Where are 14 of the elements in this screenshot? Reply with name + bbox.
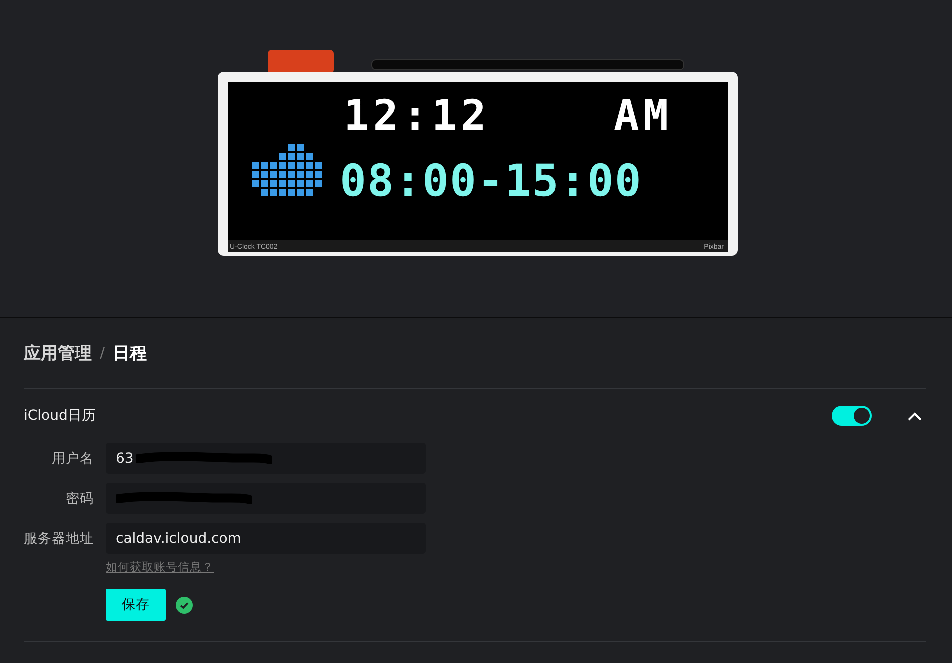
field-label: 密码 (65, 490, 94, 508)
field-label: 服务器地址 (24, 530, 94, 548)
input-field[interactable]: caldav.icloud.com (106, 523, 426, 554)
breadcrumb-separator: / (100, 344, 106, 362)
breadcrumb-item: 日程 (113, 342, 148, 364)
input-field[interactable] (106, 483, 426, 514)
save-button[interactable]: 保存 (106, 589, 166, 621)
field-label: 用户名 (51, 450, 94, 468)
breadcrumb-item[interactable]: 应用管理 (24, 342, 92, 364)
chevron-up-icon[interactable] (908, 412, 922, 420)
section-title: iCloud日历 (24, 407, 97, 425)
toggle-switch[interactable] (832, 406, 872, 426)
help-link[interactable]: 如何获取账号信息？ (106, 560, 214, 575)
input-field[interactable]: 63 (106, 443, 426, 474)
